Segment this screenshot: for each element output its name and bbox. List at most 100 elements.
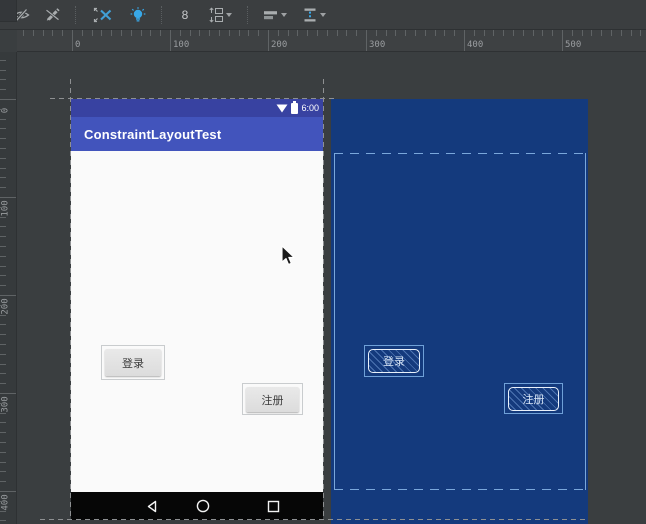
- ruler-tick: [72, 30, 73, 51]
- back-icon: [147, 500, 157, 512]
- app-title: ConstraintLayoutTest: [84, 126, 222, 142]
- status-time: 6:00: [301, 103, 319, 113]
- ruler-tick: [405, 30, 407, 36]
- ruler-tick: [228, 30, 230, 36]
- blueprint-register-button[interactable]: 注册: [508, 387, 559, 411]
- ruler-tick: [0, 226, 6, 228]
- recents-button: [258, 492, 288, 520]
- ruler-tick: [52, 30, 54, 36]
- ruler-tick: [0, 187, 6, 189]
- device-bottom-guide: [40, 519, 588, 520]
- ruler-tick: [434, 30, 436, 36]
- infer-constraints-button[interactable]: [127, 3, 149, 27]
- ruler-tick: [0, 167, 6, 169]
- blueprint-login-button[interactable]: 登录: [368, 349, 420, 373]
- blueprint-surface[interactable]: 登录 注册: [331, 99, 588, 524]
- ruler-label: 100: [173, 40, 190, 50]
- ruler-label: 100: [0, 200, 11, 217]
- ruler-tick: [522, 30, 524, 36]
- ruler-tick: [0, 246, 6, 247]
- ruler-label: 300: [0, 396, 11, 413]
- ruler-tick: [395, 30, 397, 36]
- ruler-tick: [0, 108, 6, 110]
- register-button[interactable]: 注册: [246, 387, 299, 412]
- chevron-down-icon: [226, 12, 232, 17]
- ruler-tick: [326, 30, 328, 36]
- clear-constraints-button[interactable]: [88, 3, 118, 27]
- ruler-tick: [238, 30, 240, 36]
- ruler-tick: [199, 30, 201, 36]
- ruler-tick: [366, 30, 367, 51]
- ruler-tick: [0, 510, 6, 512]
- ruler-tick: [170, 30, 171, 51]
- battery-icon: [291, 100, 299, 114]
- distribute-button[interactable]: [299, 3, 329, 27]
- ruler-tick: [0, 422, 6, 424]
- ruler-label: 300: [369, 40, 386, 50]
- ruler-tick: [0, 373, 6, 375]
- ruler-tick: [130, 30, 132, 36]
- ruler-tick: [0, 118, 6, 120]
- ruler-tick: [189, 30, 191, 36]
- ruler-tick: [150, 30, 152, 36]
- align-button[interactable]: [260, 3, 290, 27]
- toolbar-separator: [161, 5, 162, 24]
- home-icon: [196, 499, 210, 513]
- design-content: 登录 注册: [71, 151, 323, 492]
- ruler-tick: [121, 30, 122, 36]
- ruler-tick: [601, 30, 603, 36]
- ruler-tick: [0, 324, 6, 326]
- ruler-tick: [101, 30, 103, 36]
- root-layout-bounds: [334, 153, 586, 490]
- ruler-tick: [32, 30, 34, 36]
- ruler-tick: [581, 30, 583, 36]
- ruler-tick: [620, 30, 622, 36]
- back-button: [137, 492, 167, 520]
- recents-icon: [267, 500, 279, 512]
- ruler-tick: [346, 30, 348, 36]
- ruler-tick: [0, 59, 6, 61]
- ruler-tick: [0, 236, 6, 238]
- ruler-tick: [532, 30, 534, 36]
- ruler-tick: [0, 412, 6, 414]
- vertical-ruler: 0 100 200 300 400: [0, 52, 17, 524]
- ruler-tick: [0, 69, 6, 71]
- pencil-off-icon: [44, 7, 60, 21]
- ruler-tick: [0, 481, 6, 483]
- ruler-tick: [0, 79, 6, 81]
- login-button[interactable]: 登录: [105, 349, 161, 376]
- ruler-label: 400: [467, 40, 484, 50]
- ruler-tick: [0, 285, 6, 287]
- ruler-tick: [571, 30, 573, 36]
- device-right-guide: [323, 79, 324, 520]
- status-bar: 6:00: [71, 99, 323, 117]
- ruler-label: 200: [271, 40, 288, 50]
- autoconnect-button[interactable]: [41, 3, 63, 27]
- ruler-tick: [0, 255, 6, 257]
- design-surface[interactable]: 6:00 ConstraintLayoutTest 登录 注册: [71, 99, 323, 520]
- default-margin-button[interactable]: 8: [174, 3, 196, 27]
- ruler-label: 200: [0, 298, 11, 315]
- distribute-icon: [304, 8, 316, 21]
- ruler-tick: [258, 30, 260, 36]
- ruler-tick: [0, 304, 6, 306]
- ruler-tick: [0, 216, 6, 218]
- ruler-label: 500: [565, 40, 582, 50]
- ruler-tick: [0, 471, 6, 473]
- ruler-tick: [483, 30, 485, 36]
- ruler-corner: [0, 0, 17, 22]
- toolbar-separator: [247, 5, 248, 24]
- ruler-tick: [0, 402, 6, 404]
- ruler-tick: [0, 383, 6, 385]
- ruler-tick: [268, 30, 269, 51]
- ruler-tick: [503, 30, 505, 36]
- ruler-tick: [140, 30, 142, 36]
- ruler-tick: [0, 363, 6, 365]
- ruler-tick: [375, 30, 377, 36]
- ruler-tick: [0, 148, 6, 149]
- horizontal-ruler: 0 100 200 300 400 500: [17, 30, 646, 52]
- pack-selection-button[interactable]: [205, 3, 235, 27]
- ruler-tick: [630, 30, 632, 36]
- lightbulb-icon: [130, 6, 146, 21]
- align-icon: [264, 10, 277, 19]
